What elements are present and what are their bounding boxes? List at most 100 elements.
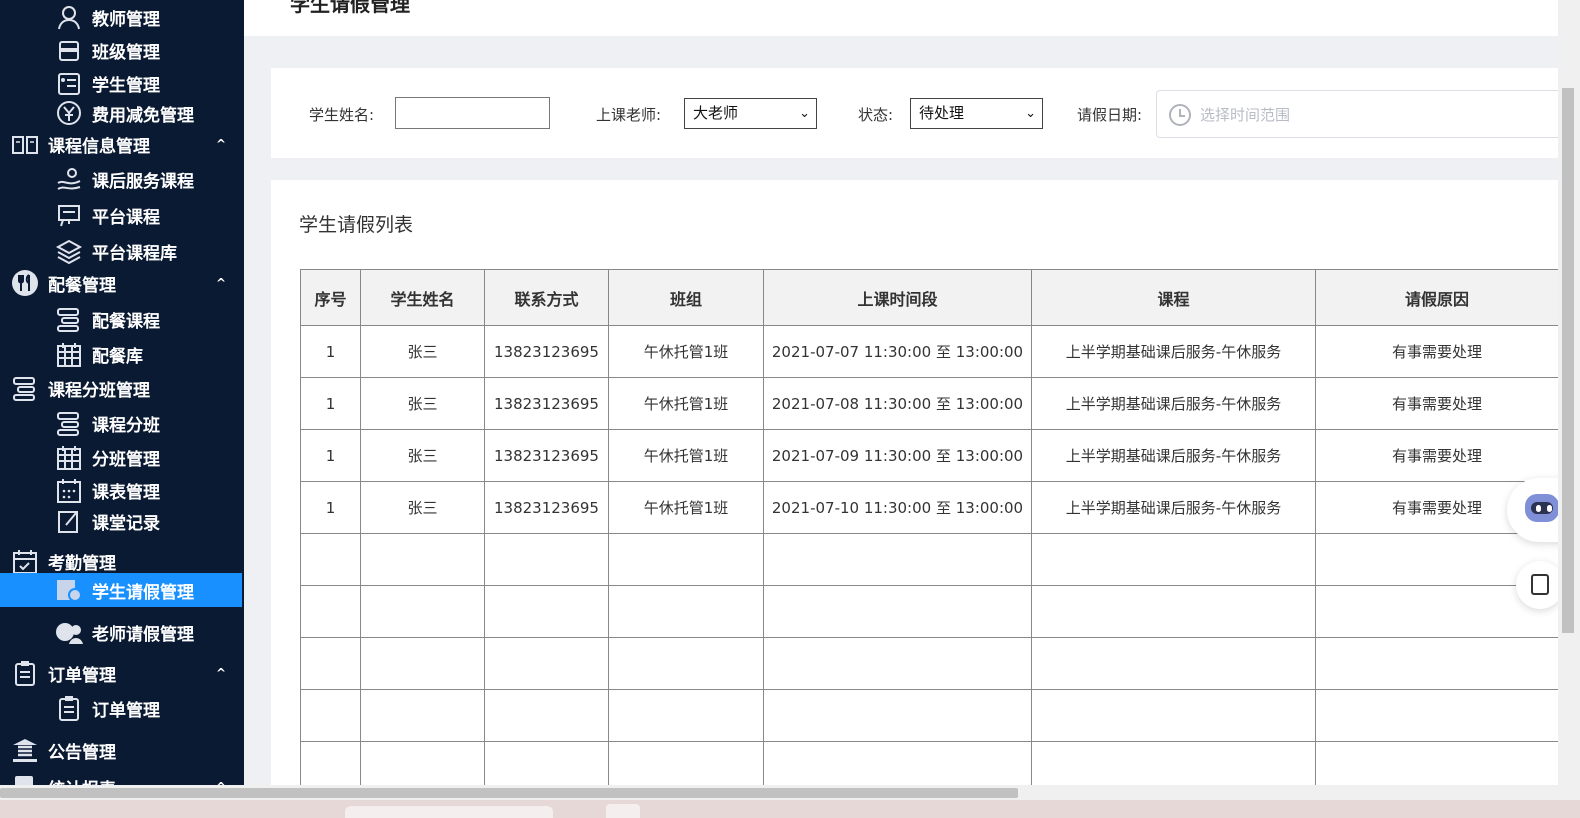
student-name-input[interactable] [395,97,550,129]
browser-tab[interactable] [606,804,640,818]
layers-icon [54,237,84,265]
table-cell [360,689,485,742]
sidebar-item-label: 配餐课程 [92,311,160,332]
table-cell [763,585,1032,638]
vertical-scrollbar-thumb[interactable] [1562,88,1574,633]
vertical-scrollbar[interactable] [1558,0,1580,790]
notes-button[interactable] [1516,561,1564,609]
chevron-up-icon[interactable]: ^ [216,276,226,290]
table-cell: 张三 [360,325,485,378]
teacher-leave-icon [54,618,84,646]
teacher-select[interactable]: 大老师 ⌄ [684,98,817,129]
sidebar-item[interactable]: 学生请假管理 [0,573,242,607]
table-cell: 1 [300,481,361,534]
chevron-down-icon: ⌄ [1025,106,1036,121]
sidebar-item[interactable]: 费用减免管理 [0,96,244,130]
sidebar-item[interactable]: 配餐库 [0,337,244,371]
table-header-row: 序号 学生姓名 联系方式 班组 上课时间段 课程 请假原因 [300,269,1559,326]
browser-tab[interactable] [345,806,553,818]
sidebar-item-label: 课堂记录 [92,513,160,534]
horizontal-scrollbar-thumb[interactable] [0,788,1018,798]
table-cell: 13823123695 [484,481,609,534]
table-row[interactable]: 1 张三 13823123695 午休托管1班 2021-07-07 11:30:00 … [300,325,1559,378]
list-title: 学生请假列表 [299,214,414,236]
table-cell: 13823123695 [484,429,609,482]
sidebar-item[interactable]: 课程分班 [0,406,244,440]
sidebar-item[interactable]: 课后服务课程 [0,162,244,196]
table-cell: 2021-07-10 11:30:00 至 13:00:00 [763,481,1032,534]
sidebar-item-label: 平台课程库 [92,243,177,264]
sidebar-item[interactable]: 班级管理 [0,33,244,67]
sidebar-item[interactable]: 公告管理 [0,733,244,767]
table-cell: 午休托管1班 [608,481,764,534]
table-row[interactable]: 1 张三 13823123695 午休托管1班 2021-07-08 11:30:00 … [300,377,1559,430]
status-select[interactable]: 待处理 ⌄ [910,98,1043,129]
chevron-up-icon[interactable]: ^ [216,666,226,680]
sidebar-item-label: 配餐管理 [48,275,116,296]
sidebar-item-label: 费用减免管理 [92,105,194,126]
table-row[interactable]: 1 张三 13823123695 午休托管1班 2021-07-10 11:30:00 … [300,481,1559,534]
service-icon [54,165,84,193]
sidebar-item[interactable]: 配餐课程 [0,302,244,336]
sidebar-item-label: 课程分班管理 [48,380,150,401]
table-cell: 有事需要处理 [1315,429,1559,482]
book-icon [10,130,40,158]
notes-icon [1531,574,1549,595]
sidebar-item[interactable]: 教师管理 [0,0,244,34]
table-cell: 13823123695 [484,377,609,430]
horizontal-scrollbar[interactable] [0,785,1580,800]
sidebar-item-label: 课程信息管理 [48,136,150,157]
status-select-value: 待处理 [919,104,965,122]
sidebar-item[interactable]: 订单管理 [0,691,244,725]
robot-icon [1525,494,1559,522]
sidebar-item[interactable]: 订单管理 ^ [0,656,244,690]
column-header: 课程 [1031,269,1316,326]
table-cell: 有事需要处理 [1315,325,1559,378]
table-cell: 上半学期基础课后服务-午休服务 [1031,429,1316,482]
sidebar-item-label: 学生管理 [92,75,160,96]
table-row[interactable]: 1 张三 13823123695 午休托管1班 2021-07-09 11:30:00 … [300,429,1559,482]
sidebar-item[interactable]: 课表管理 [0,473,244,507]
table-cell: 张三 [360,377,485,430]
sidebar-item[interactable]: 平台课程库 [0,234,244,268]
page-title: 学生请假管理 [290,0,410,16]
sidebar-item-label: 课后服务课程 [92,171,194,192]
table-cell [1031,585,1316,638]
table-cell [608,637,764,690]
empty-table-row [300,637,1559,690]
sidebar-item[interactable]: 配餐管理 ^ [0,266,244,300]
sidebar-item[interactable]: 课程信息管理 ^ [0,127,244,161]
sidebar-item[interactable]: 课堂记录 [0,504,244,538]
clipboard-icon [10,659,40,687]
browser-tab-strip [0,800,1580,818]
table-cell [1315,689,1559,742]
table-cell: 张三 [360,429,485,482]
calendar-grid-icon [54,340,84,368]
column-header: 上课时间段 [763,269,1032,326]
yen-icon [54,99,84,127]
table-cell: 2021-07-09 11:30:00 至 13:00:00 [763,429,1032,482]
chevron-up-icon[interactable]: ^ [216,137,226,151]
sidebar-item[interactable]: 老师请假管理 [0,615,244,649]
sidebar-item-label: 配餐库 [92,346,143,367]
sidebar-item-label: 订单管理 [92,700,160,721]
table-cell [484,585,609,638]
table-cell: 2021-07-08 11:30:00 至 13:00:00 [763,377,1032,430]
clipboard-icon [54,694,84,722]
chevron-down-icon: ⌄ [799,106,810,121]
fork-knife-icon [10,269,40,297]
table-cell [484,533,609,586]
sidebar-item[interactable]: 平台课程 [0,198,244,232]
sidebar: 教师管理 班级管理学生管理费用减免管理课程信息管理 ^ 课后服务课程平台课程平台课程库… [0,0,244,790]
robot-eye [1547,505,1552,512]
filter-panel: 学生姓名: 上课老师: 大老师 ⌄ 状态: 待处理 ⌄ 请假日期: 选择时间范围 [271,68,1576,158]
teacher-icon [54,3,84,31]
table-cell [608,533,764,586]
column-header: 班组 [608,269,764,326]
sidebar-item[interactable]: 分班管理 [0,440,244,474]
sidebar-item[interactable]: 学生管理 [0,66,244,100]
table-cell [360,637,485,690]
table-cell: 上半学期基础课后服务-午休服务 [1031,481,1316,534]
sidebar-item[interactable]: 课程分班管理 [0,371,244,405]
date-range-picker[interactable]: 选择时间范围 [1156,90,1576,138]
